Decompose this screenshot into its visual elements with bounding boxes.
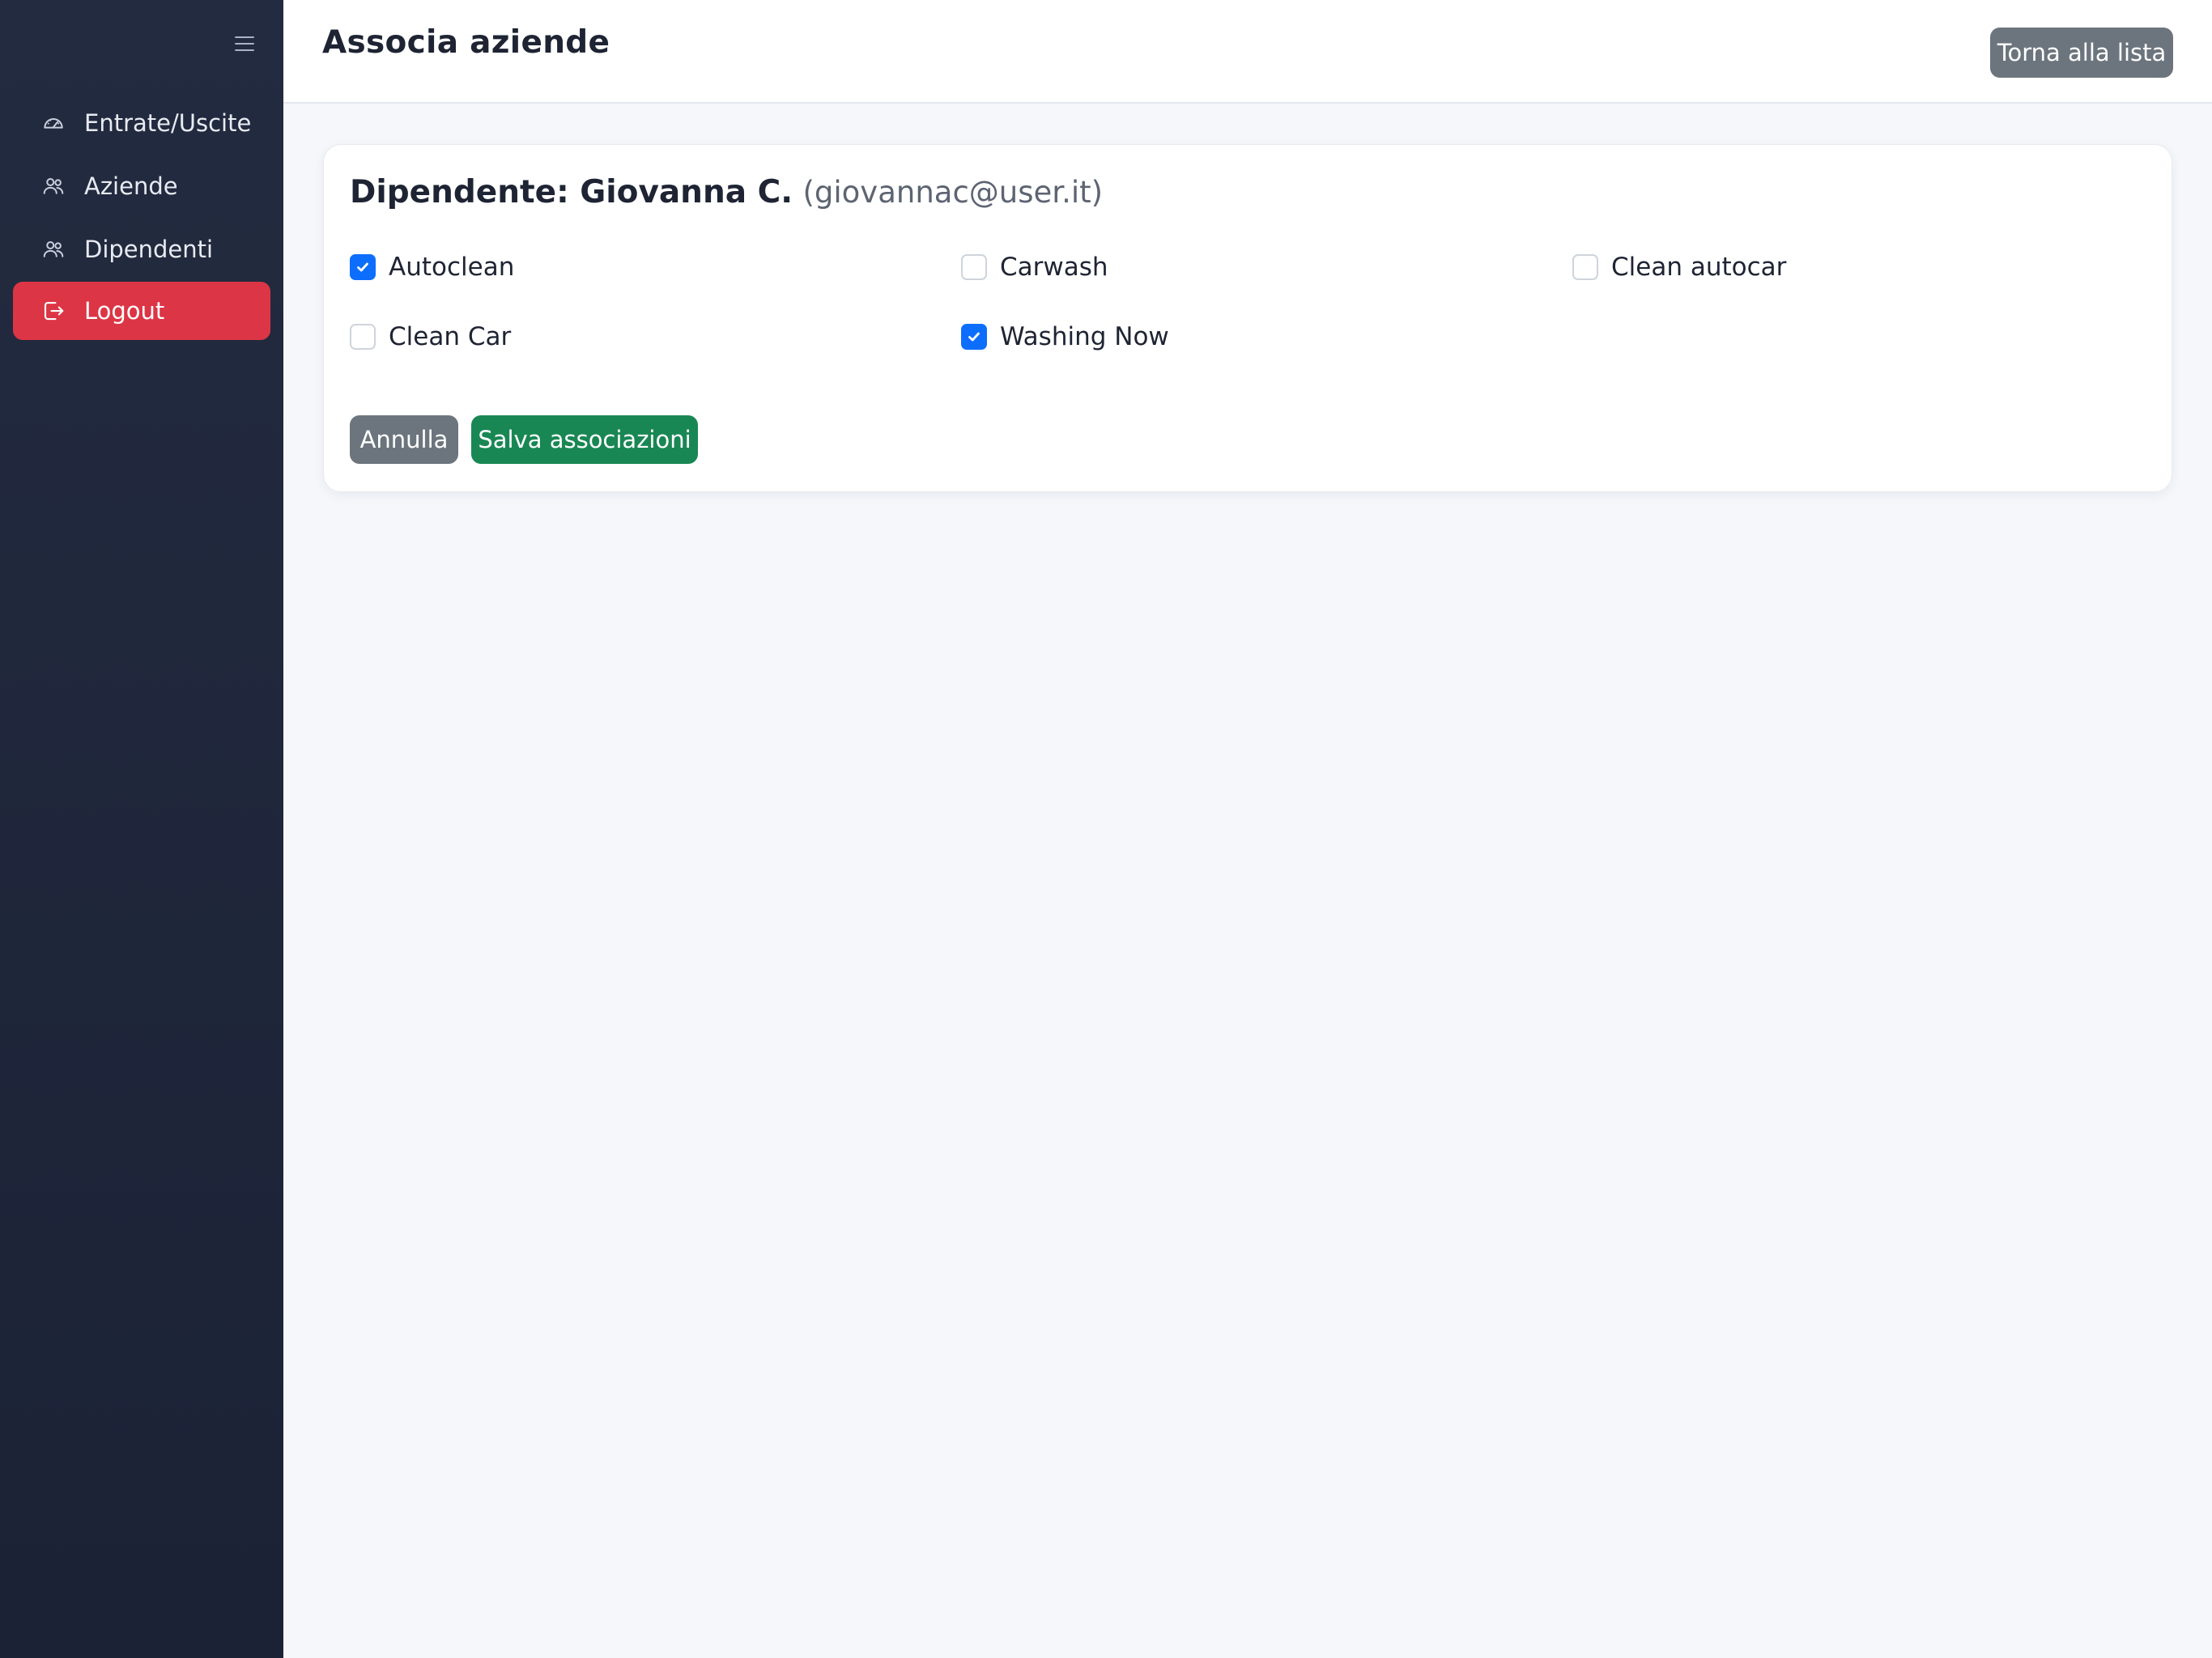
- logout-icon: [40, 298, 66, 324]
- company-checkbox-autoclean[interactable]: Autoclean: [350, 253, 514, 282]
- users-icon: [40, 236, 66, 262]
- sidebar-item-aziende[interactable]: Aziende: [13, 157, 270, 215]
- sidebar: Entrate/Uscite Aziende Dipendenti Logout: [0, 0, 283, 1658]
- sidebar-item-dipendenti[interactable]: Dipendenti: [13, 220, 270, 278]
- employee-heading: Dipendente: Giovanna C. (giovannac@user.…: [350, 174, 1103, 210]
- company-checkbox-washing-now[interactable]: Washing Now: [961, 322, 1169, 351]
- employee-name: Dipendente: Giovanna C.: [350, 174, 793, 210]
- sidebar-item-label: Aziende: [84, 172, 178, 200]
- checkbox-unchecked[interactable]: [1572, 254, 1598, 280]
- sidebar-item-label: Dipendenti: [84, 236, 214, 263]
- checkbox-unchecked[interactable]: [350, 324, 376, 350]
- menu-toggle-icon[interactable]: [235, 34, 256, 53]
- checkbox-unchecked[interactable]: [961, 254, 987, 280]
- company-label: Washing Now: [1000, 322, 1169, 351]
- company-checkbox-clean-car[interactable]: Clean Car: [350, 322, 511, 351]
- employee-email: (giovannac@user.it): [802, 175, 1104, 210]
- company-checkbox-carwash[interactable]: Carwash: [961, 253, 1108, 282]
- company-label: Clean Car: [389, 322, 512, 351]
- page-title: Associa aziende: [322, 24, 610, 61]
- users-icon: [40, 173, 66, 199]
- company-checkbox-clean-autocar[interactable]: Clean autocar: [1572, 253, 1786, 282]
- checkbox-checked[interactable]: [350, 254, 376, 280]
- company-label: Clean autocar: [1611, 253, 1787, 282]
- sidebar-item-entrate-uscite[interactable]: Entrate/Uscite: [13, 94, 270, 152]
- gauge-icon: [40, 110, 66, 136]
- checkbox-checked[interactable]: [961, 324, 987, 350]
- cancel-button[interactable]: Annulla: [350, 415, 458, 464]
- sidebar-item-label: Entrate/Uscite: [84, 109, 252, 137]
- top-header: Associa aziende Torna alla lista: [283, 0, 2212, 104]
- company-label: Autoclean: [389, 253, 515, 282]
- sidebar-item-label: Logout: [84, 297, 165, 325]
- save-associations-button[interactable]: Salva associazioni: [471, 415, 698, 464]
- sidebar-item-logout[interactable]: Logout: [13, 282, 270, 340]
- back-to-list-button[interactable]: Torna alla lista: [1990, 28, 2173, 78]
- company-label: Carwash: [1000, 253, 1108, 282]
- association-card: Dipendente: Giovanna C. (giovannac@user.…: [323, 144, 2172, 492]
